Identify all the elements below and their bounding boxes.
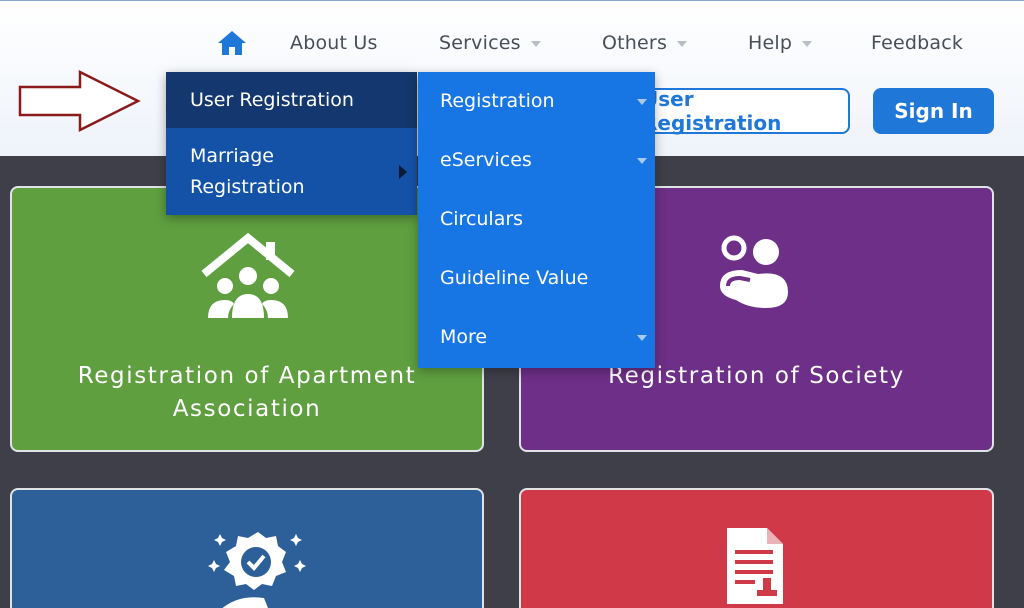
- pointer-arrow-icon: [18, 69, 141, 133]
- caret-down-icon: [637, 99, 647, 105]
- menu-item-label: More: [440, 326, 488, 348]
- nav-services-label: Services: [439, 32, 521, 54]
- caret-down-icon: [530, 41, 541, 47]
- card-title: Registration of Apartment Association: [77, 363, 417, 422]
- award-hand-icon: [208, 532, 306, 608]
- nav-about-us-label: About Us: [290, 32, 378, 54]
- caret-down-icon: [637, 335, 647, 341]
- caret-down-icon: [802, 41, 813, 47]
- caret-down-icon: [677, 41, 688, 47]
- nav-help[interactable]: Help: [748, 29, 813, 57]
- menu-item-marriage-registration[interactable]: Marriage Registration: [166, 128, 417, 215]
- menu-item-more[interactable]: More: [418, 308, 655, 367]
- menu-item-registration[interactable]: Registration: [418, 72, 655, 131]
- card-blue[interactable]: [10, 488, 484, 608]
- nav-services[interactable]: Services: [439, 29, 541, 57]
- registration-dropdown: User Registration Marriage Registration: [166, 72, 417, 215]
- nav-about-us[interactable]: About Us: [290, 29, 378, 57]
- menu-item-label: eServices: [440, 149, 532, 171]
- menu-item-user-registration[interactable]: User Registration: [166, 72, 417, 128]
- menu-item-guideline-value[interactable]: Guideline Value: [418, 249, 655, 308]
- menu-item-label: Marriage Registration: [190, 145, 305, 198]
- menu-item-label: Circulars: [440, 208, 524, 230]
- caret-right-icon: [399, 165, 407, 179]
- menu-item-label: Guideline Value: [440, 267, 589, 289]
- nav-others[interactable]: Others: [602, 29, 688, 57]
- caret-down-icon: [637, 158, 647, 164]
- menu-item-circulars[interactable]: Circulars: [418, 190, 655, 249]
- card-red[interactable]: [519, 488, 994, 608]
- services-dropdown: Registration eServices Circulars Guideli…: [418, 72, 655, 368]
- users-group-icon: [720, 235, 788, 308]
- user-registration-button[interactable]: User Registration: [640, 87, 850, 135]
- document-stamp-icon: [727, 528, 783, 604]
- nav-feedback[interactable]: Feedback: [871, 29, 963, 57]
- card-apartment-association[interactable]: Registration of Apartment Association: [10, 186, 484, 452]
- home-icon[interactable]: [216, 29, 248, 57]
- sign-in-button[interactable]: Sign In: [873, 88, 994, 134]
- nav-feedback-label: Feedback: [871, 32, 964, 54]
- nav-others-label: Others: [602, 32, 668, 54]
- menu-item-eservices[interactable]: eServices: [418, 131, 655, 190]
- nav-help-label: Help: [748, 32, 793, 54]
- house-people-icon: [201, 232, 295, 318]
- menu-item-label: Registration: [440, 90, 555, 112]
